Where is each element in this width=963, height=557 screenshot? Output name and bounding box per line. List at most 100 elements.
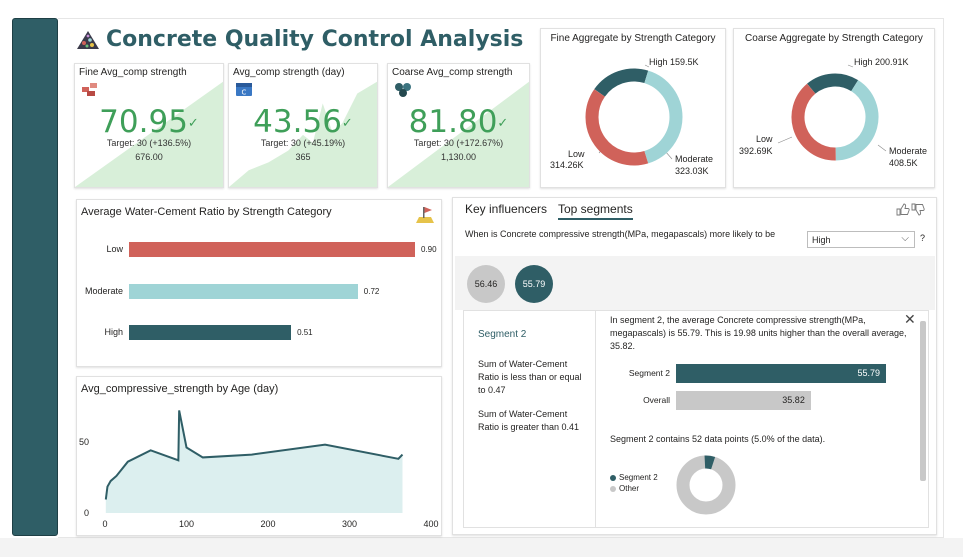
x-tick-label: 400 — [423, 519, 438, 529]
segment-description: In segment 2, the average Concrete compr… — [610, 315, 907, 351]
donut-slice-low — [585, 89, 649, 166]
share-segment-slice — [704, 455, 716, 470]
segment-condition-1: Sum of Water-Cement Ratio is less than o… — [478, 359, 582, 395]
donut-label-low-name: Low — [568, 149, 585, 159]
kpi-value: 70.95✓ — [99, 104, 199, 140]
bricks-icon — [82, 83, 97, 96]
coarse-aggregate-donut-card[interactable]: Coarse Aggregate by Strength Category Hi… — [733, 28, 935, 188]
calendar-icon: C — [236, 83, 252, 97]
donut-label-low-value: 392.69K — [739, 146, 773, 156]
compare-label: Overall — [643, 395, 670, 405]
x-tick-label: 100 — [179, 519, 194, 529]
water-cement-ratio-card[interactable]: Average Water-Cement Ratio by Strength C… — [76, 199, 442, 367]
tab-key-influencers[interactable]: Key influencers — [465, 202, 547, 216]
kpi-card-fine[interactable]: Fine Avg_comp strength 70.95✓ Target: 30… — [74, 63, 224, 188]
bottom-band — [0, 538, 963, 557]
check-icon: ✓ — [187, 116, 199, 131]
kpi-title: Avg_comp strength (day) — [233, 67, 345, 78]
bar-value-label: 0.51 — [297, 328, 313, 337]
construction-sign-icon — [416, 207, 434, 223]
donut-label-moderate-name: Moderate — [889, 146, 928, 156]
legend-dot — [610, 485, 616, 492]
bar-category-label: Low — [106, 244, 123, 254]
key-influencers-visual[interactable]: Key influencers Top segments When is Con… — [452, 197, 937, 535]
feedback-thumbs-icon[interactable] — [895, 202, 925, 216]
x-tick-label: 0 — [102, 519, 107, 529]
kpi-title: Fine Avg_comp strength — [79, 67, 187, 78]
wc-bar-high[interactable] — [129, 325, 292, 340]
x-tick-label: 300 — [342, 519, 357, 529]
bar-value-label: 0.72 — [363, 287, 380, 296]
chevron-down-icon: ⌵ — [901, 233, 909, 244]
kpi-count: 365 — [295, 152, 311, 162]
kpi-value: 43.56✓ — [253, 104, 353, 140]
donut-slice-moderate — [835, 80, 879, 161]
kpi-card-day[interactable]: Avg_comp strength (day) C 43.56✓ Target:… — [228, 63, 378, 188]
wc-bar-moderate[interactable] — [129, 284, 358, 299]
segment-bubble-2[interactable]: 55.79 — [515, 265, 553, 303]
donut-slice-high — [807, 73, 859, 94]
check-icon: ✓ — [497, 116, 509, 131]
legend-other: Other — [610, 484, 639, 493]
kpi-target: Target: 30 (+172.67%) — [413, 138, 504, 148]
kpi-card-coarse[interactable]: Coarse Avg_comp strength 81.80✓ Target: … — [387, 63, 530, 188]
page-title: Concrete Quality Control Analysis — [76, 27, 523, 52]
left-navigation-rail — [12, 18, 58, 536]
share-other-slice — [676, 455, 736, 515]
influencer-question: When is Concrete compressive strength(MP… — [465, 229, 776, 239]
bar-category-label: High — [104, 327, 123, 337]
kpi-target: Target: 30 (+136.5%) — [106, 138, 192, 148]
segment-count-text: Segment 2 contains 52 data points (5.0% … — [610, 434, 826, 444]
scrollbar[interactable] — [920, 321, 926, 481]
y-tick-label: 0 — [84, 508, 89, 518]
donut-label-high: High 159.5K — [649, 57, 699, 67]
age-strength-card[interactable]: Avg_compressive_strength by Age (day) 01… — [76, 376, 442, 536]
segment-detail-panel: Segment 2 Sum of Water-Cement Ratio is l… — [463, 310, 929, 528]
chart-title: Average Water-Cement Ratio by Strength C… — [81, 206, 332, 218]
donut-slice-high — [594, 68, 649, 97]
kpi-count: 676.00 — [135, 152, 163, 162]
stones-icon — [395, 83, 411, 97]
bar-category-label: Moderate — [84, 286, 123, 296]
kpi-value: 81.80✓ — [408, 104, 509, 140]
segment-bubble-1[interactable]: 56.46 — [467, 265, 505, 303]
kpi-target: Target: 30 (+45.19%) — [260, 138, 346, 148]
segment-bubbles-strip: 56.46 55.79 — [455, 256, 935, 310]
donut-label-high: High 200.91K — [854, 57, 909, 67]
donut-label-moderate-value: 323.03K — [675, 166, 709, 176]
page-title-text: Concrete Quality Control Analysis — [106, 27, 524, 52]
help-icon[interactable]: ? — [920, 233, 925, 243]
donut-slice-moderate — [644, 70, 683, 164]
segment-share-donut — [676, 455, 736, 515]
outcome-dropdown-value: High — [812, 235, 831, 245]
donut-label-low-name: Low — [756, 134, 773, 144]
legend-dot — [610, 474, 616, 481]
donut-label-low-value: 314.26K — [550, 160, 584, 170]
legend-segment-2: Segment 2 — [610, 473, 658, 482]
y-tick-label: 50 — [79, 437, 89, 447]
close-icon[interactable]: ✕ — [904, 311, 916, 328]
svg-text:C: C — [242, 89, 247, 97]
compare-bar: 35.82 — [676, 391, 811, 410]
compare-bar: 55.79 — [676, 364, 886, 383]
segment-name: Segment 2 — [478, 329, 527, 340]
outcome-dropdown[interactable]: High ⌵ — [807, 231, 915, 248]
bar-value-label: 0.90 — [421, 245, 437, 254]
concrete-pile-icon — [77, 30, 99, 49]
segment-conditions: Segment 2 Sum of Water-Cement Ratio is l… — [464, 311, 596, 527]
donut-slice-low — [791, 83, 836, 161]
fine-aggregate-donut-card[interactable]: Fine Aggregate by Strength Category High… — [540, 28, 726, 188]
donut-label-moderate-name: Moderate — [675, 154, 714, 164]
segment-condition-2: Sum of Water-Cement Ratio is greater tha… — [478, 409, 580, 432]
compare-label: Segment 2 — [628, 368, 670, 378]
wc-bar-low[interactable] — [129, 242, 415, 257]
kpi-title: Coarse Avg_comp strength — [392, 67, 513, 78]
age-area-chart[interactable]: 0 100 200 300 400 0 50 — [77, 377, 443, 537]
report-page: Concrete Quality Control Analysis Fine A… — [0, 0, 963, 557]
donut-label-moderate-value: 408.5K — [889, 158, 918, 168]
kpi-count: 1,130.00 — [440, 152, 477, 162]
x-tick-label: 200 — [260, 519, 275, 529]
age-area-fill — [105, 410, 403, 513]
check-icon: ✓ — [341, 116, 353, 131]
tab-top-segments[interactable]: Top segments — [558, 202, 633, 220]
